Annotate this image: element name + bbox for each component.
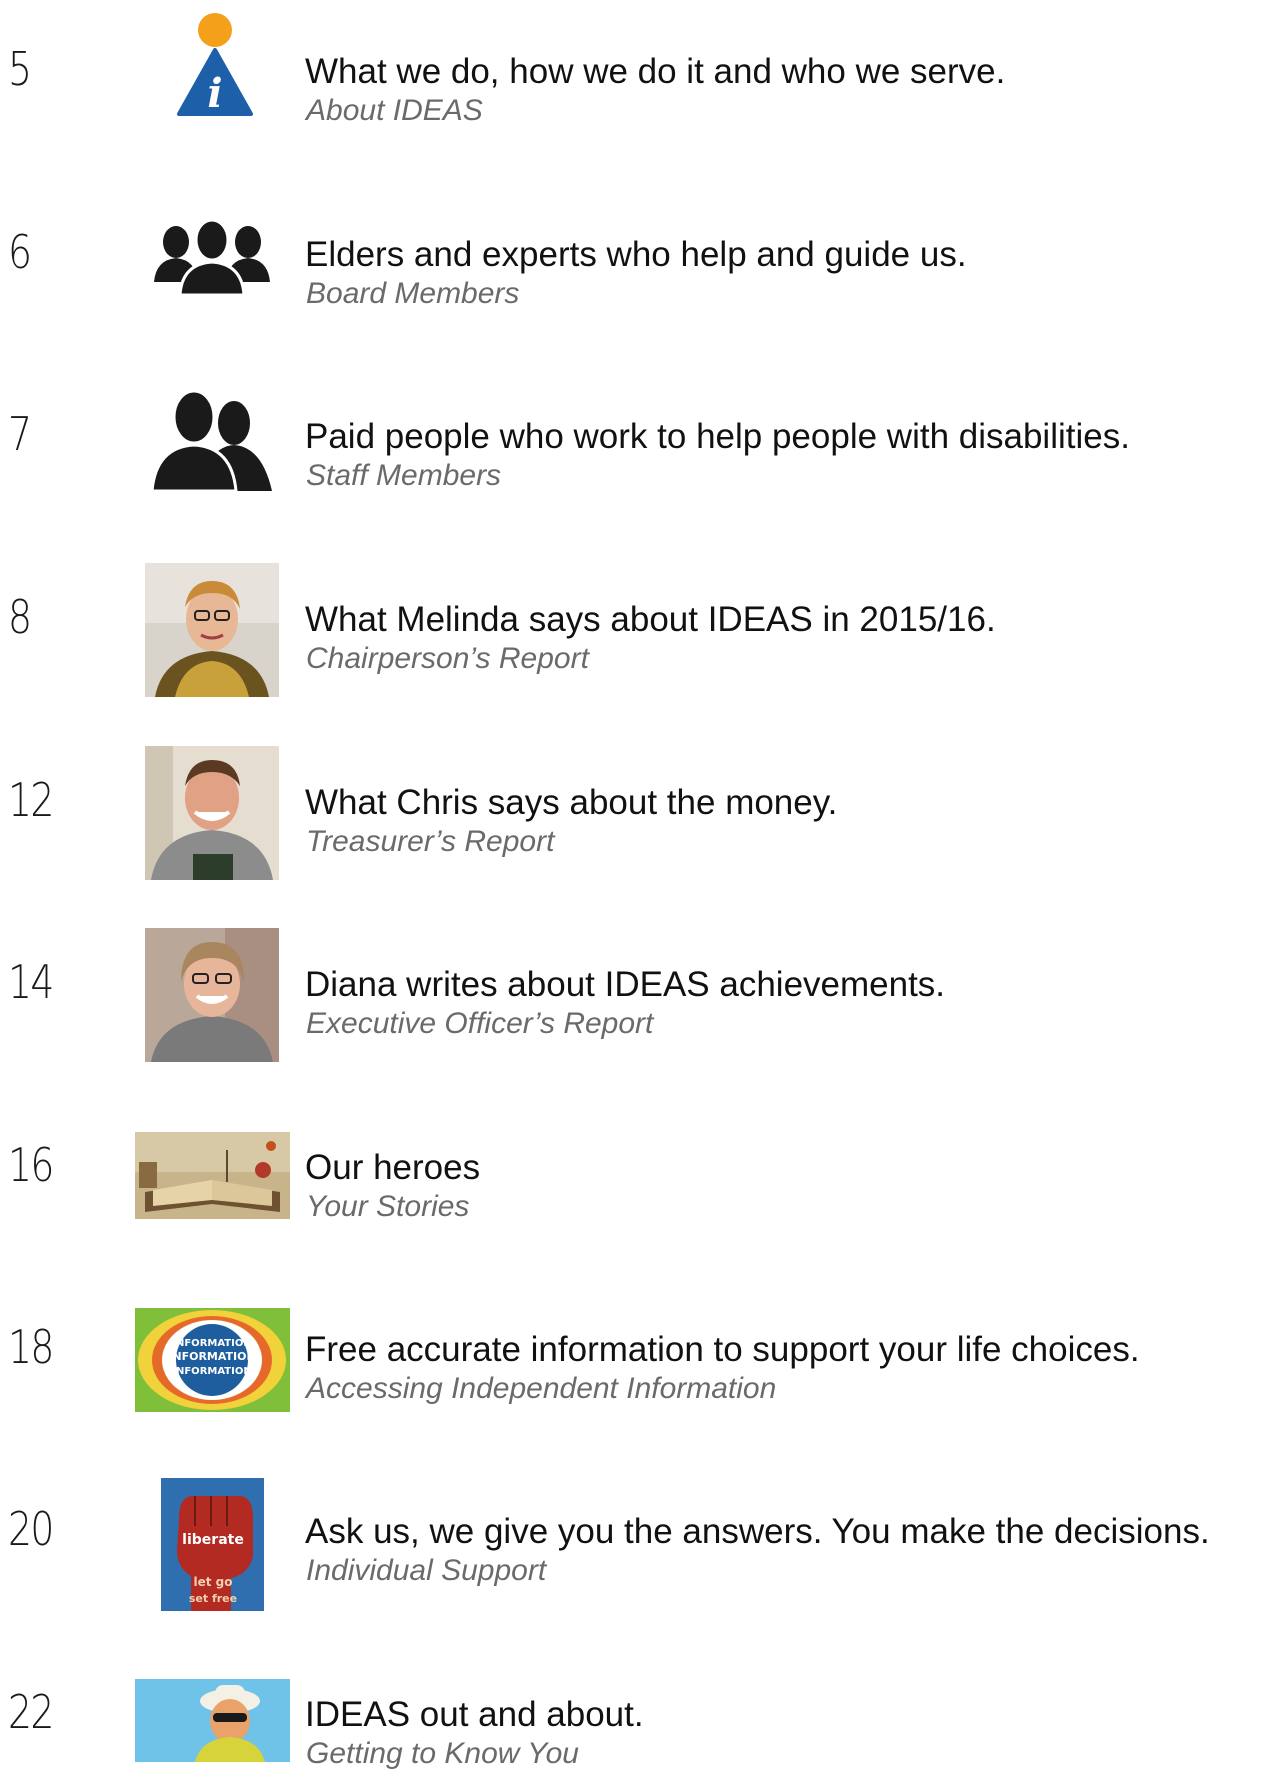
page-number: 16 — [8, 1138, 54, 1192]
portrait-photo — [145, 928, 279, 1062]
entry-subtitle: Individual Support — [306, 1554, 547, 1587]
entry-title: Ask us, we give you the answers. You mak… — [305, 1512, 1210, 1551]
entry-title: Our heroes — [305, 1148, 481, 1187]
entry-subtitle: Chairperson’s Report — [306, 642, 589, 675]
toc-entry[interactable]: 14 Diana writes about IDEAS achievements… — [0, 925, 1275, 1065]
storybook-photo — [135, 1132, 290, 1219]
entry-subtitle: Executive Officer’s Report — [306, 1007, 654, 1040]
page-number: 12 — [8, 773, 54, 827]
entry-subtitle: Accessing Independent Information — [306, 1372, 777, 1405]
toc-entry[interactable]: 20 liberate let go set free Ask us, we g… — [0, 1472, 1275, 1612]
entry-subtitle: Treasurer’s Report — [306, 825, 555, 858]
entry-subtitle: Getting to Know You — [306, 1737, 579, 1770]
information-globe-photo: INFORMATION INFORMATION INFORMATION — [135, 1308, 290, 1412]
page-number: 20 — [8, 1502, 54, 1556]
portrait-photo — [145, 563, 279, 697]
svg-text:liberate: liberate — [182, 1532, 244, 1548]
entry-title: What Chris says about the money. — [305, 783, 838, 822]
toc-entry[interactable]: 18 INFORMATION INFORMATION INFORMATION F… — [0, 1290, 1275, 1430]
page-number: 22 — [8, 1685, 54, 1739]
entry-title: IDEAS out and about. — [305, 1695, 644, 1734]
svg-text:let go: let go — [194, 1575, 233, 1589]
portrait-photo — [145, 746, 279, 880]
toc-entry[interactable]: 6 Elders and experts who help and guide … — [0, 195, 1275, 335]
entry-title: Paid people who work to help people with… — [305, 417, 1130, 456]
group-two-people-icon — [152, 389, 272, 491]
fist-word-art-photo: liberate let go set free — [161, 1478, 264, 1611]
toc-entry[interactable]: 5 i What we do, how we do it and who we … — [0, 12, 1275, 152]
toc-entry[interactable]: 16 Our heroes Your Stories — [0, 1108, 1275, 1248]
toc-entry[interactable]: 22 IDEAS out and about. Getting to Know … — [0, 1655, 1275, 1770]
page-number: 6 — [8, 225, 32, 279]
svg-text:INFORMATION: INFORMATION — [172, 1338, 251, 1349]
entry-subtitle: Board Members — [306, 277, 520, 310]
svg-text:set free: set free — [189, 1592, 237, 1605]
page-number: 14 — [8, 955, 54, 1009]
toc-entry[interactable]: 7 Paid people who work to help people wi… — [0, 377, 1275, 517]
entry-subtitle: Your Stories — [306, 1190, 470, 1223]
page-number: 7 — [8, 407, 32, 461]
group-three-people-icon — [152, 220, 272, 295]
svg-text:INFORMATION: INFORMATION — [168, 1350, 255, 1363]
person-in-hat-photo — [135, 1679, 290, 1762]
entry-subtitle: About IDEAS — [306, 94, 483, 127]
svg-text:i: i — [207, 70, 222, 117]
toc-entry[interactable]: 8 What Melinda says about IDEAS in 2015/… — [0, 560, 1275, 700]
entry-title: Free accurate information to support you… — [305, 1330, 1140, 1369]
entry-subtitle: Staff Members — [306, 459, 502, 492]
info-icon: i — [175, 12, 255, 117]
entry-title: Diana writes about IDEAS achievements. — [305, 965, 946, 1004]
svg-text:INFORMATION: INFORMATION — [172, 1366, 251, 1377]
entry-title: What we do, how we do it and who we serv… — [305, 52, 1006, 91]
page-number: 8 — [8, 590, 32, 644]
entry-title: Elders and experts who help and guide us… — [305, 235, 967, 274]
entry-title: What Melinda says about IDEAS in 2015/16… — [305, 600, 996, 639]
toc-entry[interactable]: 12 What Chris says about the money. Trea… — [0, 743, 1275, 883]
page-number: 5 — [8, 42, 32, 96]
page-number: 18 — [8, 1320, 54, 1374]
